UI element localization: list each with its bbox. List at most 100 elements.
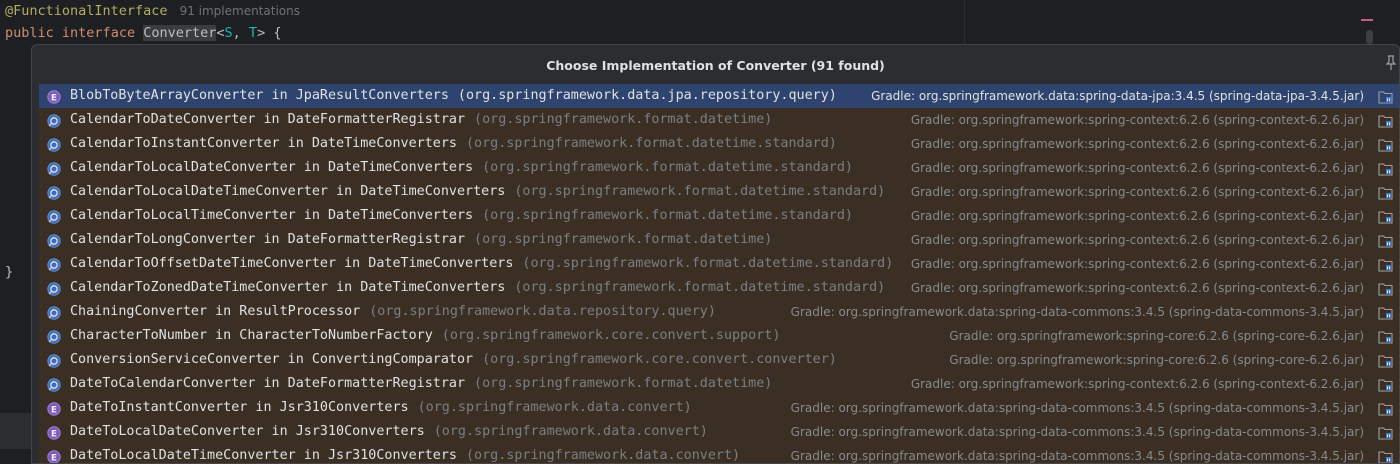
implementation-text: CalendarToZonedDateTimeConverter in Date… [70,276,885,300]
library-folder-icon [1378,257,1393,272]
class-icon [47,209,61,224]
implementation-text: CalendarToInstantConverter in DateTimeCo… [70,132,837,156]
implementation-text: DateToLocalDateTimeConverter in Jsr310Co… [70,444,741,463]
implementation-package: (org.springframework.data.convert) [465,448,741,463]
svg-text:E: E [51,453,57,463]
implementations-hint[interactable]: 91 implementations [180,4,300,18]
implementation-item[interactable]: CalendarToLocalDateConverter in DateTime… [39,156,1399,180]
implementation-package: (org.springframework.format.datetime.sta… [482,160,853,175]
implementation-name: DateToInstantConverter in Jsr310Converte… [70,400,409,415]
code-line-declaration[interactable]: public interface Converter<S, T> { [5,23,281,43]
implementation-library: Gradle: org.springframework:spring-conte… [910,209,1364,223]
interface-name[interactable]: Converter [143,25,217,41]
popup-title: Choose Implementation of Converter (91 f… [546,58,885,73]
implementation-library: Gradle: org.springframework:spring-conte… [910,137,1364,151]
choose-implementation-popup: Choose Implementation of Converter (91 f… [31,44,1400,464]
class-icon [47,233,61,248]
implementation-library: Gradle: org.springframework:spring-conte… [910,233,1364,247]
enum-class-icon: E [47,401,61,416]
class-icon [47,377,61,392]
popup-header: Choose Implementation of Converter (91 f… [32,45,1399,83]
class-icon [47,113,61,128]
implementation-item[interactable]: CalendarToLocalTimeConverter in DateTime… [39,204,1399,228]
implementation-text: BlobToByteArrayConverter in JpaResultCon… [70,84,837,108]
implementation-name: ConversionServiceConverter in Converting… [70,352,474,367]
type-params-close: > { [257,25,282,41]
closing-brace: } [5,264,14,280]
implementation-name: CalendarToDateConverter in DateFormatter… [70,112,466,127]
editor-gutter-block [0,413,31,449]
implementation-name: CalendarToZonedDateTimeConverter in Date… [70,280,506,295]
implementation-text: DateToCalendarConverter in DateFormatter… [70,372,772,396]
implementation-text: CalendarToLongConverter in DateFormatter… [70,228,772,252]
library-folder-icon [1378,305,1393,320]
class-icon [47,305,61,320]
implementation-name: CharacterToNumber in CharacterToNumberFa… [70,328,433,343]
code-line-annotation[interactable]: @FunctionalInterface 91 implementations [5,1,300,21]
implementation-text: CalendarToLocalDateConverter in DateTime… [70,156,853,180]
implementation-library: Gradle: org.springframework.data:spring-… [790,425,1364,439]
library-folder-icon [1378,233,1393,248]
implementation-package: (org.springframework.data.jpa.repository… [457,88,837,103]
svg-text:E: E [51,93,57,103]
implementation-package: (org.springframework.data.convert) [417,400,692,415]
implementation-name: DateToCalendarConverter in DateFormatter… [70,376,466,391]
implementation-item[interactable]: E DateToLocalDateConverter in Jsr310Conve… [39,420,1399,444]
implementation-library: Gradle: org.springframework:spring-conte… [910,161,1364,175]
implementation-item[interactable]: ChainingConverter in ResultProcessor (org… [39,300,1399,324]
pin-icon[interactable] [1385,55,1397,71]
implementation-item[interactable]: CharacterToNumber in CharacterToNumberFa… [39,324,1399,348]
implementation-item[interactable]: ConversionServiceConverter in Converting… [39,348,1399,372]
class-icon [47,257,61,272]
enum-class-icon: E [47,89,61,104]
library-folder-icon [1378,353,1393,368]
implementation-text: ChainingConverter in ResultProcessor (org… [70,300,716,324]
implementation-name: CalendarToLocalTimeConverter in DateTime… [70,208,474,223]
implementation-library: Gradle: org.springframework:spring-core:… [949,329,1364,343]
implementation-item[interactable]: CalendarToLocalDateTimeConverter in Date… [39,180,1399,204]
implementation-name: CalendarToInstantConverter in DateTimeCo… [70,136,457,151]
library-folder-icon [1378,161,1393,176]
implementation-package: (org.springframework.data.repository.que… [369,304,716,319]
svg-text:E: E [51,405,57,415]
implementation-text: CalendarToLocalTimeConverter in DateTime… [70,204,853,228]
editor-scrollbar[interactable] [1366,30,1373,44]
implementation-package: (org.springframework.core.convert.conver… [482,352,837,367]
class-icon [47,329,61,344]
implementation-package: (org.springframework.format.datetime.sta… [482,208,853,223]
implementation-package: (org.springframework.format.datetime) [474,376,773,391]
implementation-item[interactable]: E DateToLocalDateTimeConverter in Jsr310C… [39,444,1399,463]
svg-text:E: E [51,429,57,439]
implementation-name: CalendarToLocalDateTimeConverter in Date… [70,184,506,199]
library-folder-icon [1378,209,1393,224]
implementation-package: (org.springframework.core.convert.suppor… [441,328,781,343]
implementation-name: ChainingConverter in ResultProcessor [70,304,361,319]
library-folder-icon [1378,401,1393,416]
implementation-item[interactable]: CalendarToZonedDateTimeConverter in Date… [39,276,1399,300]
implementation-library: Gradle: org.springframework:spring-core:… [949,353,1364,367]
implementation-item[interactable]: CalendarToDateConverter in DateFormatter… [39,108,1399,132]
implementation-item[interactable]: CalendarToInstantConverter in DateTimeCo… [39,132,1399,156]
implementation-item[interactable]: DateToCalendarConverter in DateFormatter… [39,372,1399,396]
implementation-package: (org.springframework.format.datetime.sta… [514,280,886,295]
implementation-library: Gradle: org.springframework.data:spring-… [790,401,1364,415]
error-stripe-marker[interactable] [1361,19,1373,21]
implementation-text: CharacterToNumber in CharacterToNumberFa… [70,324,780,348]
implementation-item[interactable]: CalendarToLongConverter in DateFormatter… [39,228,1399,252]
enum-class-icon: E [47,449,61,463]
implementation-item[interactable]: E DateToInstantConverter in Jsr310Convert… [39,396,1399,420]
implementation-library: Gradle: org.springframework:spring-conte… [910,113,1364,127]
implementation-list[interactable]: E BlobToByteArrayConverter in JpaResultCo… [39,84,1399,463]
implementation-package: (org.springframework.data.convert) [433,424,708,439]
implementation-package: (org.springframework.format.datetime.sta… [514,184,886,199]
implementation-text: CalendarToLocalDateTimeConverter in Date… [70,180,885,204]
library-folder-icon [1378,113,1393,128]
implementation-item[interactable]: CalendarToOffsetDateTimeConverter in Dat… [39,252,1399,276]
implementation-library: Gradle: org.springframework:spring-conte… [910,377,1364,391]
implementation-library: Gradle: org.springframework:spring-conte… [910,257,1364,271]
implementation-name: DateToLocalDateTimeConverter in Jsr310Co… [70,448,457,463]
class-icon [47,161,61,176]
implementation-package: (org.springframework.format.datetime) [474,112,773,127]
implementation-item[interactable]: E BlobToByteArrayConverter in JpaResultCo… [39,84,1399,108]
library-folder-icon [1378,137,1393,152]
